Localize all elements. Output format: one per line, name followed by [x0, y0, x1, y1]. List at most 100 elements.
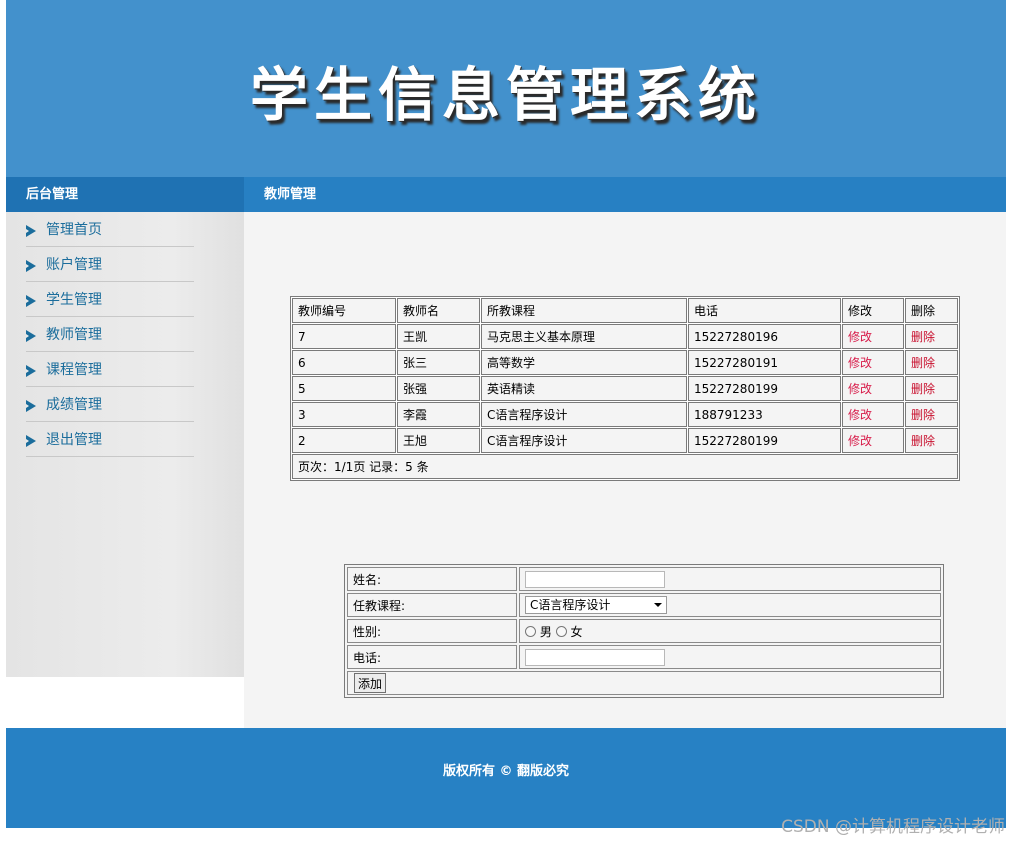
cell-phone: 15227280199: [688, 376, 841, 401]
gender-male-radio[interactable]: [525, 625, 536, 637]
sidebar-item-label: 课程管理: [46, 362, 102, 378]
add-teacher-form: 姓名: 任教课程: C语言程序设计 性别: 男 女 电话: 添加: [344, 564, 944, 698]
column-header: 所教课程: [481, 298, 687, 323]
sidebar-item-home[interactable]: 管理首页: [26, 212, 194, 247]
pagination-row: 页次：1/1页 记录：5 条: [292, 454, 958, 479]
arrow-right-icon: [26, 295, 36, 307]
cell-name: 张强: [397, 376, 480, 401]
sidebar-item-courses[interactable]: 课程管理: [26, 352, 194, 387]
add-button[interactable]: 添加: [354, 673, 387, 693]
phone-label: 电话:: [347, 645, 517, 669]
cell-course: 高等数学: [481, 350, 687, 375]
copyright-text: 版权所有 © 翻版必究: [442, 764, 570, 779]
submit-cell: 添加: [347, 671, 941, 695]
name-input[interactable]: [525, 570, 665, 588]
form-row-name: 姓名:: [347, 567, 941, 591]
form-row-gender: 性别: 男 女: [347, 619, 941, 643]
delete-link[interactable]: 删除: [911, 382, 935, 396]
gender-female-radio[interactable]: [555, 625, 567, 637]
sidebar-item-label: 账户管理: [46, 257, 102, 273]
sidebar-heading: 后台管理: [6, 177, 244, 212]
table-row: 3 李霞 C语言程序设计 188791233 修改 删除: [292, 402, 958, 427]
cell-name: 王旭: [397, 428, 480, 453]
table-row: 6 张三 高等数学 15227280191 修改 删除: [292, 350, 958, 375]
phone-cell: [519, 645, 941, 669]
arrow-right-icon: [26, 330, 36, 342]
course-select[interactable]: C语言程序设计: [525, 596, 667, 614]
cell-name: 李霞: [397, 402, 480, 427]
cell-phone: 15227280191: [688, 350, 841, 375]
course-selected-value: C语言程序设计: [530, 598, 611, 612]
column-header: 修改: [842, 298, 904, 323]
gender-male-label: 男: [539, 624, 552, 639]
course-cell: C语言程序设计: [519, 593, 941, 617]
caret-down-icon: [654, 603, 662, 607]
cell-id: 5: [292, 376, 396, 401]
arrow-right-icon: [26, 365, 36, 377]
edit-cell: 修改: [842, 428, 904, 453]
delete-link[interactable]: 删除: [911, 330, 935, 344]
sidebar-item-accounts[interactable]: 账户管理: [26, 247, 194, 282]
course-label: 任教课程:: [347, 593, 517, 617]
edit-cell: 修改: [842, 324, 904, 349]
cell-id: 2: [292, 428, 396, 453]
cell-course: 马克思主义基本原理: [481, 324, 687, 349]
column-header: 教师名: [397, 298, 480, 323]
form-row-phone: 电话:: [347, 645, 941, 669]
cell-course: C语言程序设计: [481, 402, 687, 427]
cell-name: 王凯: [397, 324, 480, 349]
arrow-right-icon: [26, 435, 36, 447]
edit-link[interactable]: 修改: [848, 382, 872, 396]
sidebar-item-label: 退出管理: [46, 432, 102, 448]
form-row-course: 任教课程: C语言程序设计: [347, 593, 941, 617]
edit-link[interactable]: 修改: [848, 330, 872, 344]
delete-cell: 删除: [905, 376, 958, 401]
cell-course: 英语精读: [481, 376, 687, 401]
delete-cell: 删除: [905, 350, 958, 375]
sidebar-item-logout[interactable]: 退出管理: [26, 422, 194, 457]
sidebar-item-grades[interactable]: 成绩管理: [26, 387, 194, 422]
sidebar-item-teachers[interactable]: 教师管理: [26, 317, 194, 352]
column-header: 删除: [905, 298, 958, 323]
cell-course: C语言程序设计: [481, 428, 687, 453]
arrow-right-icon: [26, 225, 36, 237]
table-row: 5 张强 英语精读 15227280199 修改 删除: [292, 376, 958, 401]
edit-cell: 修改: [842, 350, 904, 375]
delete-cell: 删除: [905, 402, 958, 427]
teacher-table: 教师编号 教师名 所教课程 电话 修改 删除 7 王凯 马克思主义基本原理 15…: [290, 296, 960, 481]
sidebar-item-label: 学生管理: [46, 292, 102, 308]
phone-input[interactable]: [525, 648, 665, 666]
sidebar-item-students[interactable]: 学生管理: [26, 282, 194, 317]
table-header-row: 教师编号 教师名 所教课程 电话 修改 删除: [292, 298, 958, 323]
delete-link[interactable]: 删除: [911, 408, 935, 422]
pagination-info: 页次：1/1页 记录：5 条: [292, 454, 958, 479]
cell-phone: 15227280199: [688, 428, 841, 453]
arrow-right-icon: [26, 260, 36, 272]
gender-label: 性别:: [347, 619, 517, 643]
table-row: 2 王旭 C语言程序设计 15227280199 修改 删除: [292, 428, 958, 453]
page-title: 教师管理: [264, 187, 317, 202]
sidebar-menu: 管理首页 账户管理 学生管理 教师管理 课程管理 成绩管理 退出管理: [6, 212, 244, 457]
gender-female-label: 女: [570, 624, 583, 639]
delete-cell: 删除: [905, 428, 958, 453]
watermark: CSDN @计算机程序设计老师: [781, 817, 1005, 837]
sidebar-item-label: 管理首页: [46, 222, 102, 238]
app-title: 学生信息管理系统: [249, 61, 762, 129]
delete-cell: 删除: [905, 324, 958, 349]
name-cell: [519, 567, 941, 591]
delete-link[interactable]: 删除: [911, 356, 935, 370]
edit-link[interactable]: 修改: [848, 356, 872, 370]
edit-cell: 修改: [842, 376, 904, 401]
cell-phone: 15227280196: [688, 324, 841, 349]
sidebar: 后台管理 管理首页 账户管理 学生管理 教师管理 课程管理 成绩管理 退出管理: [6, 177, 244, 677]
gender-cell: 男 女: [519, 619, 941, 643]
content-area: 教师编号 教师名 所教课程 电话 修改 删除 7 王凯 马克思主义基本原理 15…: [244, 212, 1006, 728]
name-label: 姓名:: [347, 567, 517, 591]
form-row-submit: 添加: [347, 671, 941, 695]
delete-link[interactable]: 删除: [911, 434, 935, 448]
cell-phone: 188791233: [688, 402, 841, 427]
arrow-right-icon: [26, 400, 36, 412]
edit-link[interactable]: 修改: [848, 408, 872, 422]
column-header: 电话: [688, 298, 841, 323]
edit-link[interactable]: 修改: [848, 434, 872, 448]
